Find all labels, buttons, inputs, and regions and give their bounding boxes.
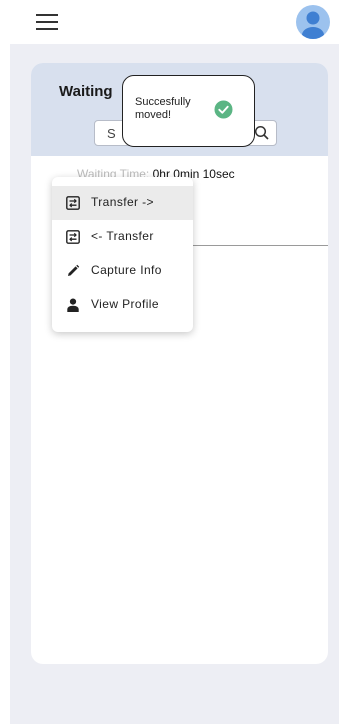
app-screen: Waiting S Waiting Time: 0hr 0min 10sec l… <box>10 0 339 724</box>
waiting-card: Waiting S Waiting Time: 0hr 0min 10sec l… <box>31 63 328 664</box>
menu-item-capture-info[interactable]: Capture Info <box>52 254 193 288</box>
menu-item-label: Transfer -> <box>91 195 154 209</box>
search-icon[interactable] <box>254 125 270 141</box>
person-icon <box>67 298 79 312</box>
left-edge <box>0 0 10 724</box>
menu-item-label: View Profile <box>91 297 159 311</box>
card-title: Waiting <box>59 83 113 100</box>
user-avatar-icon[interactable] <box>296 5 330 39</box>
menu-item-label: <- Transfer <box>91 229 154 243</box>
menu-item-view-profile[interactable]: View Profile <box>52 288 193 322</box>
check-circle-icon <box>214 100 233 119</box>
pencil-icon <box>68 264 80 276</box>
search-input-text: S <box>107 126 116 141</box>
menu-item-label: Capture Info <box>91 263 162 277</box>
toast-message-line2: moved! <box>135 109 172 121</box>
menu-item-transfer-forward[interactable]: Transfer -> <box>52 186 193 220</box>
toast-message-line1: Succesfully <box>135 96 191 108</box>
success-toast: Succesfully moved! <box>122 75 255 147</box>
menu-item-transfer-back[interactable]: <- Transfer <box>52 220 193 254</box>
transfer-icon <box>66 230 80 244</box>
top-bar <box>10 0 339 44</box>
context-menu: Transfer -> <- Transfer Capture Info Vie… <box>52 177 193 332</box>
hamburger-menu-icon[interactable] <box>36 12 58 30</box>
toast-message: Succesfully moved! <box>135 96 215 122</box>
transfer-icon <box>66 196 80 210</box>
